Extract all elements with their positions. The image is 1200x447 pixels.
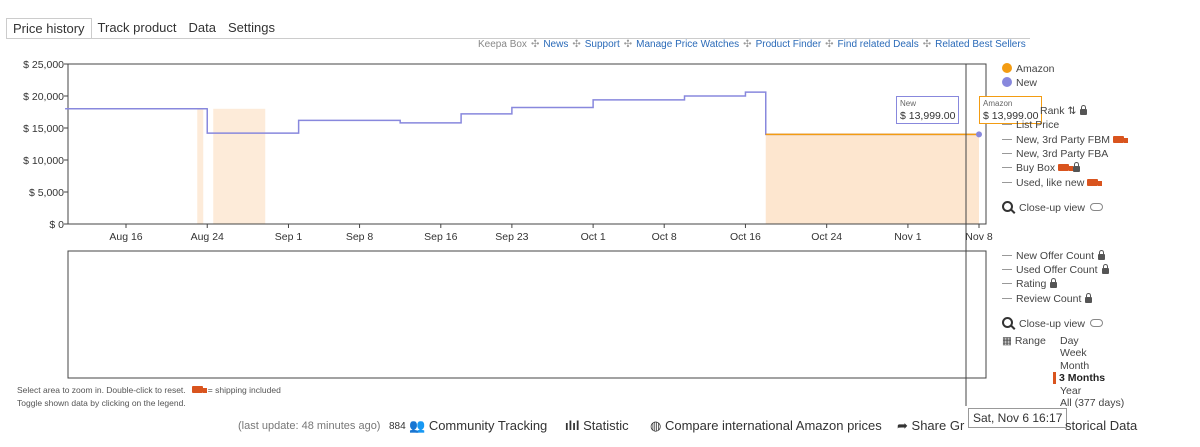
globe-icon: ◍ — [650, 418, 662, 433]
legend-new-offer-count[interactable]: New Offer Count — [1002, 249, 1106, 263]
new-tooltip-label: New — [900, 99, 917, 108]
y-tick-label: $ 25,000 — [23, 59, 64, 71]
legend-review-count[interactable]: Review Count — [1002, 292, 1093, 306]
new-tooltip: New $ 13,999.00 — [896, 96, 960, 124]
find-related-deals-link[interactable]: Find related Deals — [838, 39, 919, 50]
range-day[interactable]: Day — [1060, 335, 1079, 347]
closeup-toggle-top[interactable]: Close-up view — [1002, 201, 1103, 215]
legend-used-offer-count[interactable]: Used Offer Count — [1002, 263, 1109, 277]
toggle-icon — [1089, 319, 1103, 327]
new-price-line — [65, 91, 980, 136]
product-finder-link[interactable]: Product Finder — [756, 39, 822, 50]
x-tick-label: Oct 8 — [652, 231, 677, 243]
toggle-hint: Toggle shown data by clicking on the leg… — [17, 398, 186, 408]
magnifier-icon — [1002, 201, 1013, 212]
calendar-icon: ▦ — [1002, 335, 1012, 347]
y-tick-label: $ 20,000 — [23, 91, 64, 103]
legend-amazon[interactable]: Amazon — [1002, 62, 1055, 76]
x-tick-label: Sep 16 — [424, 231, 457, 243]
tab-bar: Price history Track product Data Setting… — [6, 18, 281, 39]
y-tick-label: $ 0 — [49, 219, 64, 231]
legend-new-fbm[interactable]: New, 3rd Party FBM — [1002, 133, 1128, 147]
new-price-marker — [976, 131, 982, 138]
x-tick-label: Oct 1 — [581, 231, 606, 243]
bar-chart-icon: ılıl — [565, 418, 580, 433]
lock-icon — [1050, 278, 1058, 288]
news-link[interactable]: News — [543, 39, 568, 50]
lock-icon — [1101, 264, 1109, 274]
legend-new-fba[interactable]: New, 3rd Party FBA — [1002, 147, 1108, 161]
new-tooltip-value: $ 13,999.00 — [900, 110, 956, 122]
legend-used-like-new[interactable]: Used, like new — [1002, 176, 1103, 190]
secondary-plot-frame[interactable] — [67, 250, 987, 379]
date-tooltip: Sat, Nov 6 16:17 — [968, 408, 1068, 428]
share-graph-link[interactable]: ➦ Share Gr — [897, 418, 964, 434]
tab-settings[interactable]: Settings — [222, 18, 281, 39]
community-tracking-link[interactable]: 👥 Community Tracking — [409, 418, 547, 434]
y-tick-label: $ 10,000 — [23, 155, 64, 167]
tab-track-product[interactable]: Track product — [92, 18, 183, 39]
legend-sales-rank[interactable]: Rank ⇅ — [1040, 104, 1088, 118]
range-3-months[interactable]: 3 Months — [1053, 372, 1105, 384]
amazon-price-area — [765, 134, 979, 224]
x-tick-label: Nov 8 — [965, 231, 993, 243]
related-best-sellers-link[interactable]: Related Best Sellers — [935, 39, 1026, 50]
main-plot-frame[interactable] — [67, 63, 987, 225]
toggle-icon — [1089, 203, 1103, 211]
compare-prices-link[interactable]: ◍ Compare international Amazon prices — [650, 418, 882, 434]
amazon-dot-icon — [1002, 63, 1012, 73]
shipping-truck-icon — [1058, 164, 1074, 171]
amazon-price-area — [213, 108, 266, 224]
statistic-link[interactable]: ılıl Statistic — [565, 418, 629, 433]
magnifier-icon — [1002, 317, 1013, 328]
range-month[interactable]: Month — [1060, 360, 1089, 372]
share-icon: ➦ — [897, 418, 908, 433]
users-icon: 👥 — [409, 418, 426, 433]
y-tick-label: $ 5,000 — [29, 187, 64, 199]
shipping-hint: = shipping included — [207, 385, 281, 395]
closeup-toggle-bottom[interactable]: Close-up view — [1002, 317, 1103, 331]
amazon-price-area — [197, 108, 204, 224]
lock-icon — [1073, 162, 1081, 172]
help-notes: Select area to zoom in. Double-click to … — [17, 384, 281, 410]
shipping-truck-icon — [1087, 179, 1103, 186]
x-tick-label: Sep 1 — [275, 231, 303, 243]
x-tick-label: Oct 16 — [730, 231, 761, 243]
lock-icon — [1085, 293, 1093, 303]
y-tick-label: $ 15,000 — [23, 123, 64, 135]
last-update: (last update: 48 minutes ago) — [238, 420, 381, 432]
x-tick-label: Oct 24 — [811, 231, 842, 243]
legend-rating[interactable]: Rating — [1002, 277, 1058, 291]
range-year[interactable]: Year — [1060, 385, 1081, 397]
amazon-tooltip-label: Amazon — [983, 99, 1013, 108]
shipping-truck-icon — [1112, 136, 1128, 143]
x-tick-label: Sep 8 — [346, 231, 374, 243]
top-links-bar: Keepa Box ✣ News ✣ Support ✣ Manage Price Watc… — [478, 39, 1026, 50]
zoom-hint: Select area to zoom in. Double-click to … — [17, 385, 186, 395]
range-week[interactable]: Week — [1060, 347, 1087, 359]
x-tick-label: Sep 23 — [495, 231, 528, 243]
keepa-box-link[interactable]: Keepa Box — [478, 39, 527, 50]
x-tick-label: Aug 16 — [109, 231, 142, 243]
manage-price-watches-link[interactable]: Manage Price Watches — [636, 39, 739, 50]
tracking-count: 884 — [389, 421, 406, 432]
sort-icon: ⇅ — [1067, 105, 1077, 117]
historical-data-link[interactable]: storical Data — [1065, 418, 1137, 433]
tab-price-history[interactable]: Price history — [6, 18, 92, 39]
x-tick-label: Aug 24 — [191, 231, 224, 243]
range-all[interactable]: All (377 days) — [1060, 397, 1124, 409]
x-tick-label: Nov 1 — [894, 231, 922, 243]
legend-list-price[interactable]: List Price — [1002, 118, 1059, 132]
lock-icon — [1098, 250, 1106, 260]
legend-new[interactable]: New — [1002, 76, 1037, 90]
legend-buy-box[interactable]: Buy Box — [1002, 161, 1081, 175]
new-dot-icon — [1002, 77, 1012, 87]
support-link[interactable]: Support — [585, 39, 620, 50]
range-label: ▦ Range — [1002, 335, 1046, 347]
tab-data[interactable]: Data — [183, 18, 222, 39]
shipping-truck-icon — [192, 386, 208, 393]
lock-icon — [1080, 105, 1088, 115]
